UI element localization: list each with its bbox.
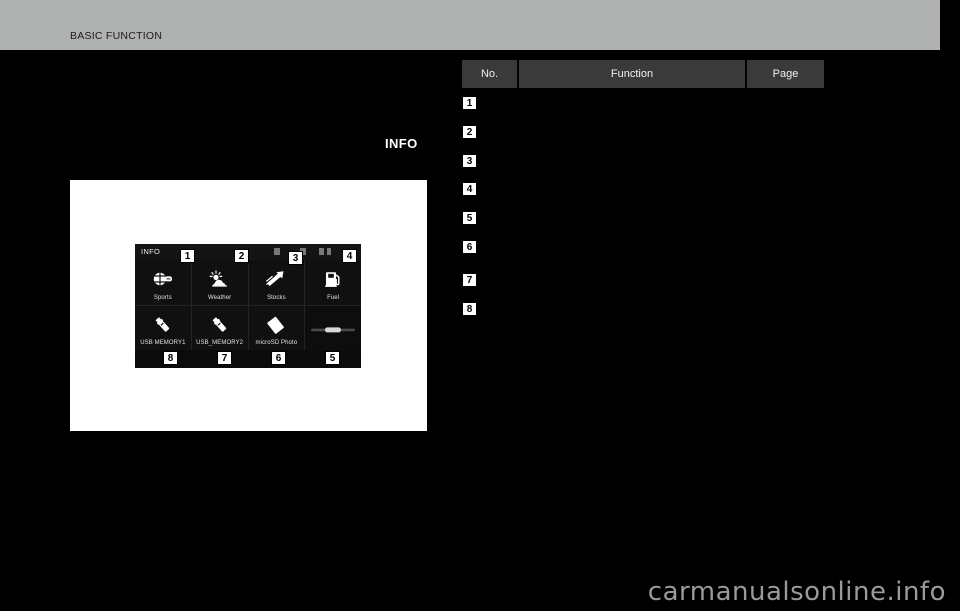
column-header-page: Page [747,60,824,88]
row-number: 7 [462,273,477,287]
row-number: 2 [462,125,477,139]
screen-title: INFO [141,247,161,256]
row-number: 8 [462,302,477,316]
row-number: 5 [462,211,477,225]
table-row: 7 [462,273,824,287]
row-number: 3 [462,154,477,168]
table-row: 2 [462,125,824,139]
callout-6: 6 [271,351,286,365]
column-header-function: Function [519,60,745,88]
figure-panel: INFO Sports Weather Stocks Fuel USB MEMO… [70,180,427,431]
weather-sun-cloud-icon [209,269,231,289]
signal-icon [319,248,324,255]
table-row: 3 [462,154,824,168]
tile-weather[interactable]: Weather [191,260,248,305]
callout-8: 8 [163,351,178,365]
tile-label: USB MEMORY1 [140,340,186,346]
callout-4: 4 [342,249,357,263]
tile-label: Stocks [267,294,286,301]
scroll-bar-icon [311,326,356,334]
tile-sports[interactable]: Sports [135,260,191,305]
row-number: 1 [462,96,477,110]
callout-1: 1 [180,249,195,263]
usb-memory-icon [209,315,231,335]
tile-label: Weather [207,294,232,301]
running-head-title: BASIC FUNCTION [70,30,163,42]
sports-ball-icon [152,269,174,289]
tile-label: microSD Photo [255,340,298,346]
stocks-arrow-icon [265,269,287,289]
tile-usb-memory2[interactable]: USB_MEMORY2 [191,305,248,350]
table-row: 4 [462,182,824,196]
clock-icon [274,248,280,255]
table-row: 5 [462,211,824,225]
sd-card-icon [265,315,287,335]
table-row: 1 [462,96,824,110]
callout-3: 3 [288,251,303,265]
tile-label: Sports [153,294,172,301]
callout-7: 7 [217,351,232,365]
tile-stocks[interactable]: Stocks [248,260,305,305]
usb-memory-icon [152,315,174,335]
callout-2: 2 [234,249,249,263]
bluetooth-icon [327,248,331,255]
function-table: No. Function Page 1 2 3 4 5 6 7 8 [462,60,824,316]
running-head-bar: BASIC FUNCTION [0,0,940,50]
tile-label: Fuel [327,294,340,301]
column-header-no: No. [462,60,517,88]
callout-5: 5 [325,351,340,365]
tile-scrollbar[interactable] [305,305,361,350]
table-row: 6 [462,240,824,254]
tile-fuel[interactable]: Fuel [305,260,361,305]
tile-microsd-photo[interactable]: microSD Photo [248,305,305,350]
site-watermark: carmanualsonline.info [647,577,946,607]
table-header-row: No. Function Page [462,60,824,88]
tile-label: USB_MEMORY2 [196,340,244,346]
row-number: 6 [462,240,477,254]
table-row: 8 [462,302,824,316]
info-tile-grid: Sports Weather Stocks Fuel USB MEMORY1 U… [135,260,361,350]
tile-usb-memory1[interactable]: USB MEMORY1 [135,305,191,350]
row-number: 4 [462,182,477,196]
figure-caption-info: INFO [385,136,418,151]
fuel-pump-icon [322,269,344,289]
